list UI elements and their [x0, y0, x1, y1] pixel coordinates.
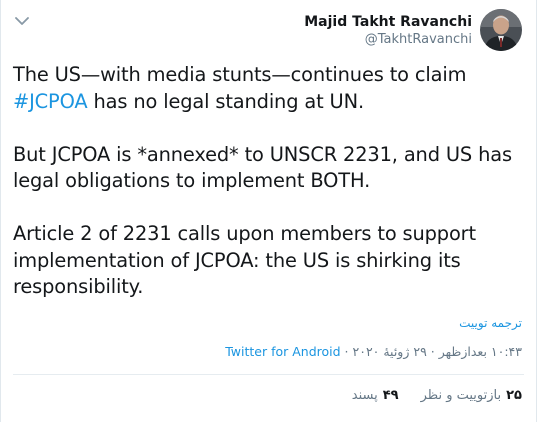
retweets-label: بازتوییت و نظر: [420, 388, 502, 403]
tweet-paragraph-3: Article 2 of 2231 calls upon members to …: [13, 222, 476, 298]
author-handle[interactable]: @TakhtRavanchi: [304, 31, 472, 49]
retweets-stat[interactable]: ۲۵ بازتوییت و نظر: [421, 388, 522, 403]
tweet-time[interactable]: ۱۰:۴۳ بعدازظهر: [439, 344, 522, 359]
tweet-header: Majid Takht Ravanchi @TakhtRavanchi: [304, 9, 522, 51]
translate-tweet-link[interactable]: ترجمه توییت: [459, 316, 522, 330]
tweet-source-link[interactable]: Twitter for Android: [225, 344, 340, 359]
tweet-text: The US—with media stunts—continues to cl…: [13, 62, 528, 327]
retweets-count: ۲۵: [506, 388, 522, 403]
likes-label: پسند: [351, 388, 378, 403]
tweet-stats: ۲۵ بازتوییت و نظر ۴۹ پسند: [330, 388, 522, 403]
tweet-text-segment: has no legal standing at UN.: [87, 89, 365, 113]
tweet-paragraph-2: But JCPOA is *annexed* to UNSCR 2231, an…: [13, 142, 512, 193]
author-names: Majid Takht Ravanchi @TakhtRavanchi: [304, 13, 472, 49]
tweet-meta: ۱۰:۴۳ بعدازظهر · ۲۹ ژوئیهٔ ۲۰۲۰ · Twitte…: [225, 344, 522, 359]
avatar[interactable]: [480, 9, 522, 51]
hashtag-link[interactable]: #JCPOA: [13, 90, 88, 113]
divider: [13, 374, 524, 375]
meta-separator: ·: [344, 344, 349, 359]
author-display-name[interactable]: Majid Takht Ravanchi: [304, 13, 472, 31]
tweet-date[interactable]: ۲۹ ژوئیهٔ ۲۰۲۰: [353, 344, 427, 359]
tweet-text-segment: The US—with media stunts—continues to cl…: [13, 63, 467, 86]
tweet-paragraph-1: The US—with media stunts—continues to cl…: [13, 62, 528, 115]
meta-separator: ·: [430, 344, 435, 359]
likes-count: ۴۹: [382, 388, 399, 403]
tweet-card: Majid Takht Ravanchi @TakhtRavanchi The …: [0, 0, 537, 422]
likes-stat[interactable]: ۴۹ پسند: [352, 388, 399, 403]
chevron-down-icon[interactable]: [13, 12, 31, 30]
